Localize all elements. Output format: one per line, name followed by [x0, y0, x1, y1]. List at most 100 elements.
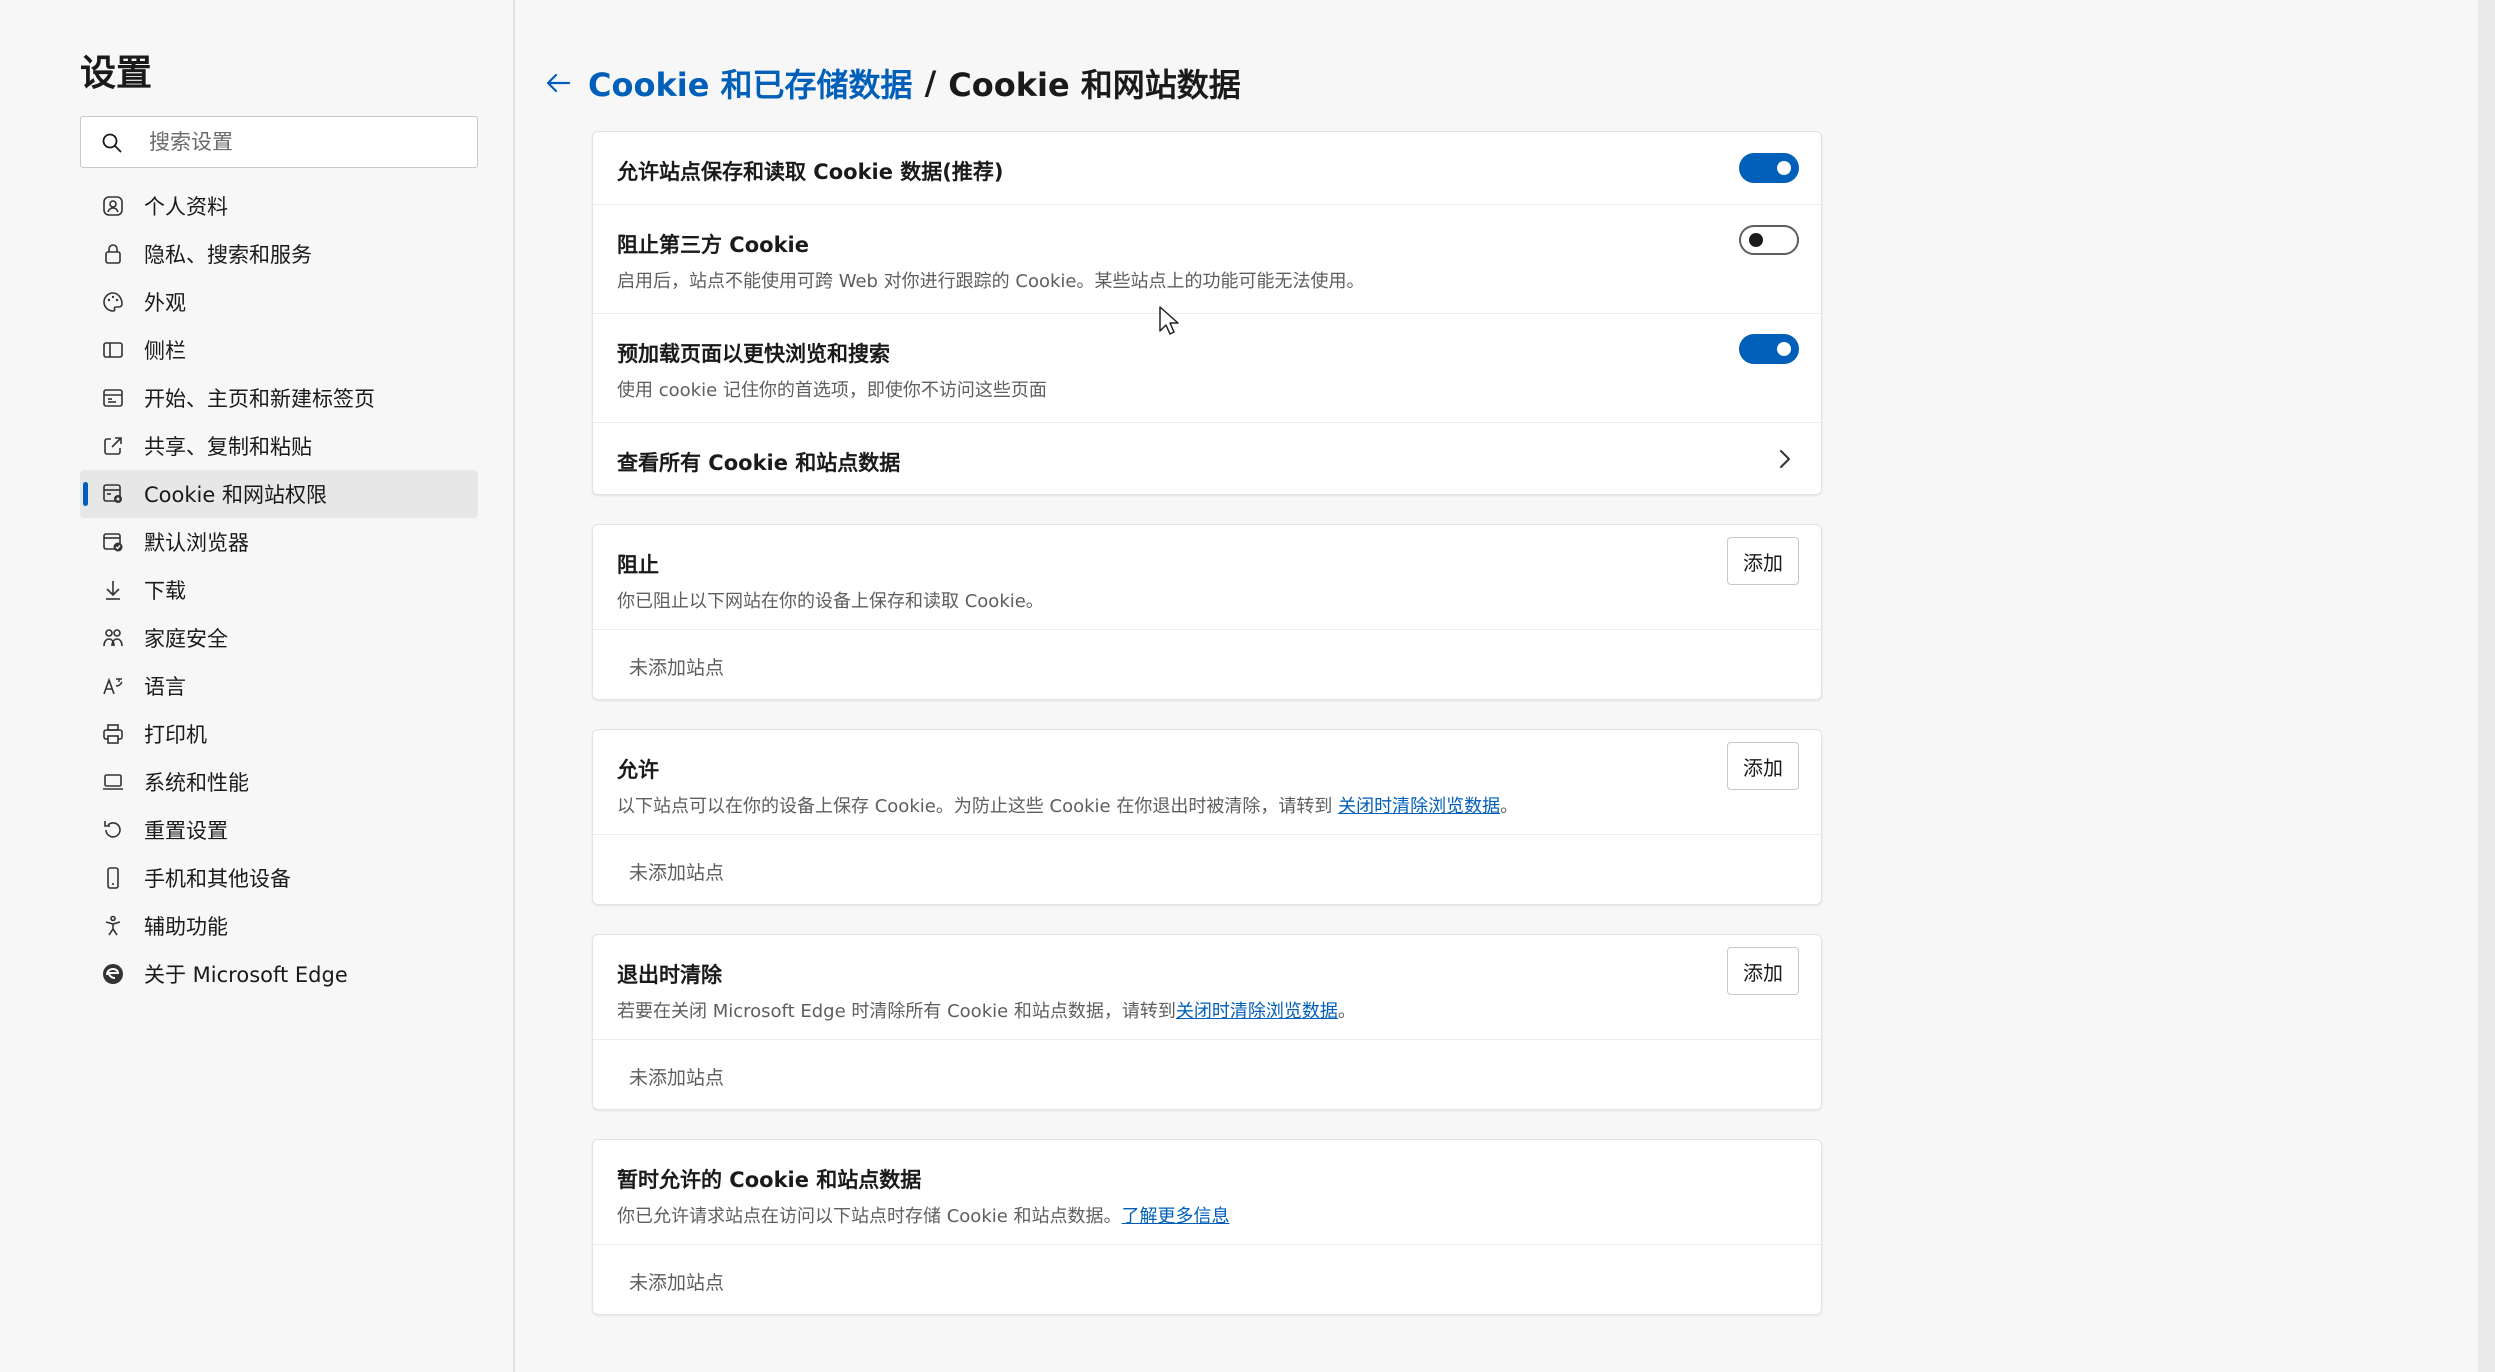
clear-on-exit-empty-text: 未添加站点 — [629, 1067, 725, 1089]
sidebar-item-label: 家庭安全 — [144, 627, 228, 651]
sidebar-item-languages[interactable]: 语言 — [80, 662, 478, 710]
reset-icon — [100, 817, 126, 843]
window-edge — [2478, 0, 2495, 1372]
clear-on-exit-desc: 若要在关闭 Microsoft Edge 时清除所有 Cookie 和站点数据，… — [617, 997, 1821, 1023]
sidebar-item-label: Cookie 和网站权限 — [144, 483, 327, 507]
sidebar-item-appearance[interactable]: 外观 — [80, 278, 478, 326]
sidebar-item-label: 共享、复制和粘贴 — [144, 435, 312, 459]
sidebar-item-about[interactable]: 关于 Microsoft Edge — [80, 950, 478, 998]
clear-on-exit-desc-text: 若要在关闭 Microsoft Edge 时清除所有 Cookie 和站点数据，… — [617, 1001, 1176, 1022]
share-icon — [100, 433, 126, 459]
language-icon — [100, 673, 126, 699]
sidebar-item-label: 开始、主页和新建标签页 — [144, 387, 375, 411]
sidebar-item-label: 个人资料 — [144, 195, 228, 219]
sidebar-item-label: 下载 — [144, 579, 186, 603]
search-input[interactable] — [147, 117, 471, 167]
preload-pages-desc: 使用 cookie 记住你的首选项，即使你不访问这些页面 — [617, 380, 1047, 401]
allow-section-title: 允许 — [617, 758, 659, 782]
back-button[interactable] — [540, 65, 576, 101]
sidebar-title: 设置 — [80, 53, 153, 94]
palette-icon — [100, 289, 126, 315]
preload-pages-toggle[interactable] — [1739, 334, 1799, 364]
clear-on-exit-header: 退出时清除 若要在关闭 Microsoft Edge 时清除所有 Cookie … — [593, 935, 1821, 1039]
phone-icon — [100, 865, 126, 891]
temp-allowed-title: 暂时允许的 Cookie 和站点数据 — [617, 1168, 922, 1192]
block-third-party-desc: 启用后，站点不能使用可跨 Web 对你进行跟踪的 Cookie。某些站点上的功能… — [617, 271, 1365, 292]
cookie-permissions-icon — [100, 481, 126, 507]
block-section-title: 阻止 — [617, 553, 659, 577]
allow-section-desc-end: 。 — [1500, 796, 1519, 817]
home-tabs-icon — [100, 385, 126, 411]
sidebar-nav: 个人资料 隐私、搜索和服务 外观 侧栏 开始、主页和新建标签页 共享、复制和粘贴… — [80, 182, 478, 998]
sidebar-item-label: 关于 Microsoft Edge — [144, 963, 348, 987]
sidebar-item-start-home[interactable]: 开始、主页和新建标签页 — [80, 374, 478, 422]
sidebar-item-default-browser[interactable]: 默认浏览器 — [80, 518, 478, 566]
sidebar-item-label: 打印机 — [144, 723, 207, 747]
allow-section-header: 允许 以下站点可以在你的设备上保存 Cookie。为防止这些 Cookie 在你… — [593, 730, 1821, 834]
allow-empty-text: 未添加站点 — [629, 862, 725, 884]
view-all-cookies-row[interactable]: 查看所有 Cookie 和站点数据 — [593, 422, 1821, 493]
temp-allowed-empty-text: 未添加站点 — [629, 1272, 725, 1294]
family-icon — [100, 625, 126, 651]
view-all-cookies-title: 查看所有 Cookie 和站点数据 — [617, 451, 901, 475]
sidebar-item-reset[interactable]: 重置设置 — [80, 806, 478, 854]
edge-logo-icon — [100, 961, 126, 987]
sidebar-item-phone[interactable]: 手机和其他设备 — [80, 854, 478, 902]
block-section-header: 阻止 你已阻止以下网站在你的设备上保存和读取 Cookie。 添加 — [593, 525, 1821, 629]
arrow-left-icon — [546, 73, 571, 93]
mouse-cursor-icon — [1159, 306, 1179, 335]
laptop-icon — [100, 769, 126, 795]
sidebar-item-label: 默认浏览器 — [144, 531, 249, 555]
page-header: Cookie 和已存储数据 / Cookie 和网站数据 — [540, 58, 1241, 108]
search-box[interactable] — [80, 116, 478, 168]
sidebar-item-system[interactable]: 系统和性能 — [80, 758, 478, 806]
sidebar-item-accessibility[interactable]: 辅助功能 — [80, 902, 478, 950]
allow-add-button[interactable]: 添加 — [1727, 742, 1799, 790]
sidebar-icon — [100, 337, 126, 363]
block-empty-text: 未添加站点 — [629, 657, 725, 679]
sidebar-item-family[interactable]: 家庭安全 — [80, 614, 478, 662]
allow-section-card: 允许 以下站点可以在你的设备上保存 Cookie。为防止这些 Cookie 在你… — [592, 729, 1822, 905]
sidebar-item-downloads[interactable]: 下载 — [80, 566, 478, 614]
cookie-settings-card: 允许站点保存和读取 Cookie 数据(推荐) 阻止第三方 Cookie 启用后… — [592, 131, 1822, 495]
sidebar-item-label: 外观 — [144, 291, 186, 315]
block-third-party-toggle[interactable] — [1739, 225, 1799, 255]
sidebar-item-sidebar[interactable]: 侧栏 — [80, 326, 478, 374]
sidebar-item-printers[interactable]: 打印机 — [80, 710, 478, 758]
block-add-button[interactable]: 添加 — [1727, 537, 1799, 585]
allow-cookies-toggle[interactable] — [1739, 153, 1799, 183]
preload-pages-title: 预加载页面以更快浏览和搜索 — [617, 342, 890, 366]
printer-icon — [100, 721, 126, 747]
sidebar-item-profile[interactable]: 个人资料 — [80, 182, 478, 230]
allow-section-desc: 以下站点可以在你的设备上保存 Cookie。为防止这些 Cookie 在你退出时… — [617, 792, 1821, 818]
temp-allowed-header: 暂时允许的 Cookie 和站点数据 你已允许请求站点在访问以下站点时存储 Co… — [593, 1140, 1821, 1244]
default-browser-icon — [100, 529, 126, 555]
block-third-party-row: 阻止第三方 Cookie 启用后，站点不能使用可跨 Web 对你进行跟踪的 Co… — [593, 204, 1821, 313]
sidebar: 设置 个人资料 隐私、搜索和服务 外观 — [0, 0, 515, 1372]
sidebar-item-privacy[interactable]: 隐私、搜索和服务 — [80, 230, 478, 278]
clear-on-exit-title: 退出时清除 — [617, 963, 722, 987]
clear-on-exit-link[interactable]: 关闭时清除浏览数据 — [1176, 1001, 1338, 1022]
allow-clear-data-link[interactable]: 关闭时清除浏览数据 — [1338, 796, 1500, 817]
block-section-card: 阻止 你已阻止以下网站在你的设备上保存和读取 Cookie。 添加 未添加站点 — [592, 524, 1822, 700]
allow-empty-row: 未添加站点 — [593, 834, 1821, 904]
sidebar-item-cookies[interactable]: Cookie 和网站权限 — [80, 470, 478, 518]
temp-allowed-desc-text: 你已允许请求站点在访问以下站点时存储 Cookie 和站点数据。 — [617, 1206, 1122, 1227]
learn-more-link[interactable]: 了解更多信息 — [1122, 1206, 1230, 1227]
breadcrumb-parent-link[interactable]: Cookie 和已存储数据 — [588, 60, 913, 106]
accessibility-icon — [100, 913, 126, 939]
search-icon — [102, 133, 122, 153]
temp-allowed-card: 暂时允许的 Cookie 和站点数据 你已允许请求站点在访问以下站点时存储 Co… — [592, 1139, 1822, 1315]
temp-allowed-empty-row: 未添加站点 — [593, 1244, 1821, 1314]
clear-on-exit-add-button[interactable]: 添加 — [1727, 947, 1799, 995]
sidebar-item-label: 侧栏 — [144, 339, 186, 363]
allow-cookies-row: 允许站点保存和读取 Cookie 数据(推荐) — [593, 132, 1821, 204]
sidebar-item-label: 语言 — [144, 675, 186, 699]
allow-section-desc-text: 以下站点可以在你的设备上保存 Cookie。为防止这些 Cookie 在你退出时… — [617, 796, 1339, 817]
breadcrumb-separator: / — [924, 64, 937, 102]
block-section-desc: 你已阻止以下网站在你的设备上保存和读取 Cookie。 — [617, 591, 1044, 612]
profile-icon — [100, 193, 126, 219]
preload-pages-row: 预加载页面以更快浏览和搜索 使用 cookie 记住你的首选项，即使你不访问这些… — [593, 313, 1821, 422]
sidebar-item-label: 手机和其他设备 — [144, 867, 291, 891]
sidebar-item-share[interactable]: 共享、复制和粘贴 — [80, 422, 478, 470]
